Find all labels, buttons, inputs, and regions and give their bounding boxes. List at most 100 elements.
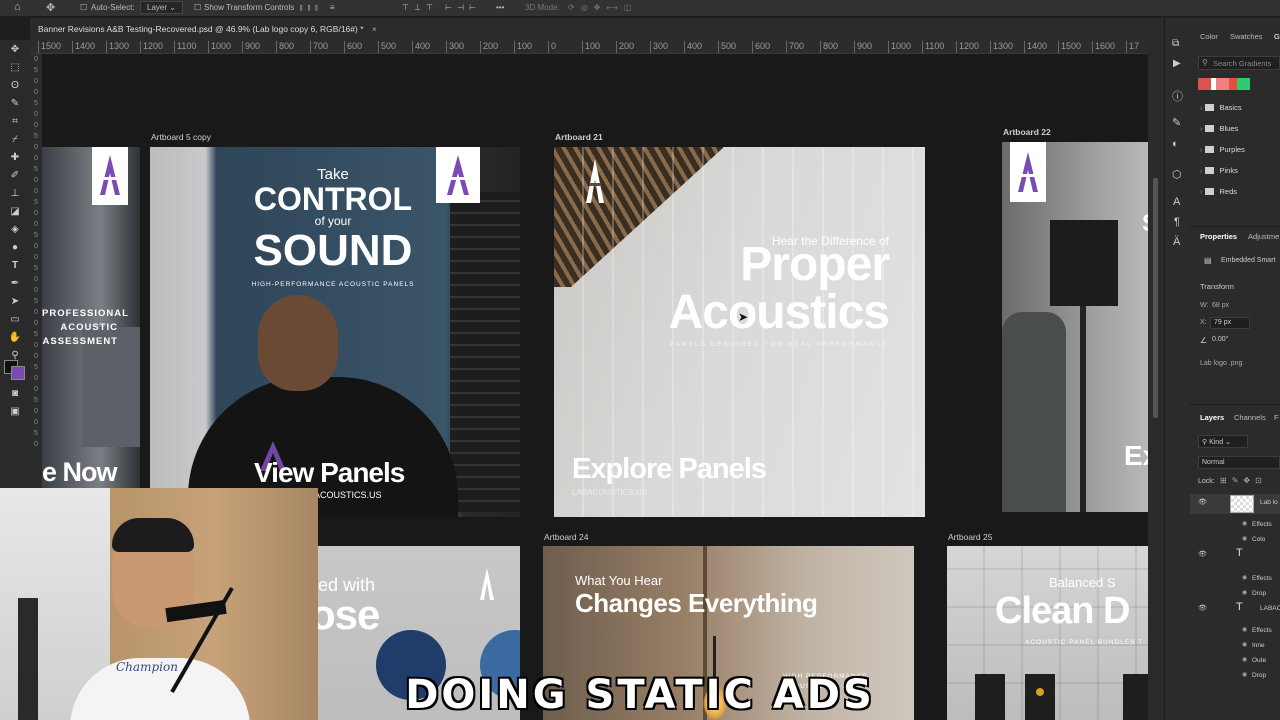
layer-name: Effects bbox=[1252, 521, 1272, 528]
tab-properties[interactable]: Properties bbox=[1200, 232, 1237, 241]
dodge-tool-icon[interactable]: ● bbox=[8, 242, 22, 254]
gradient-folder-blues[interactable]: › Blues bbox=[1200, 124, 1238, 133]
move-tool-icon[interactable]: ✥ bbox=[46, 1, 55, 14]
ruler-tick-label: 1400 bbox=[1024, 41, 1047, 53]
paint-bucket-tool-icon[interactable]: ◈ bbox=[8, 224, 22, 236]
actions-play-icon[interactable]: ▶ bbox=[1173, 58, 1181, 69]
tab-gradients[interactable]: G bbox=[1274, 32, 1280, 41]
tab-layers[interactable]: Layers bbox=[1200, 413, 1224, 422]
show-transform-checkbox[interactable]: ☐ bbox=[194, 3, 201, 12]
eyedropper-tool-icon[interactable]: ⌿ bbox=[8, 134, 22, 146]
tab-color[interactable]: Color bbox=[1200, 32, 1218, 41]
layer-filter-kind[interactable]: ⚲ Kind ⌄ bbox=[1198, 435, 1248, 448]
folder-label: Purples bbox=[1219, 145, 1245, 154]
lock-icons[interactable]: ⊞✎✥⊡ bbox=[1220, 476, 1267, 485]
ab21-subtitle: PANELS DESIGNED FOR REAL PERFORMANCE bbox=[669, 341, 889, 348]
document-tab[interactable]: Banner Revisions A&B Testing-Recovered.p… bbox=[38, 24, 377, 34]
effect-visibility-icon[interactable]: ◉ bbox=[1242, 641, 1247, 648]
scrollbar-thumb[interactable] bbox=[1153, 178, 1158, 418]
info-icon[interactable]: ⓘ bbox=[1172, 88, 1183, 104]
more-options-icon[interactable]: ••• bbox=[496, 3, 504, 12]
angle-value[interactable]: 0.00° bbox=[1212, 336, 1228, 343]
artboard-left-partial[interactable]: PROFESSIONAL ACOUSTIC ASSESSMENT e Now bbox=[42, 147, 140, 495]
ruler-tick-label: 1500 bbox=[1058, 41, 1081, 53]
visibility-eye-icon[interactable]: 👁 bbox=[1198, 604, 1207, 612]
auto-select-checkbox[interactable]: ☐ bbox=[80, 3, 87, 12]
tab-swatches[interactable]: Swatches bbox=[1230, 32, 1263, 41]
tab-channels[interactable]: Channels bbox=[1234, 413, 1266, 422]
brush-settings-icon[interactable]: ✎ bbox=[1172, 116, 1181, 129]
artboard-21[interactable]: Hear the Difference of Proper Acoustics … bbox=[554, 147, 925, 517]
layer-name: LABAC bbox=[1260, 605, 1280, 612]
eraser-tool-icon[interactable]: ◪ bbox=[8, 206, 22, 218]
layer-row[interactable]: 👁 Lab lo bbox=[1190, 494, 1280, 514]
ruler-tick-label: 1500 bbox=[38, 41, 61, 53]
effect-visibility-icon[interactable]: ◉ bbox=[1242, 574, 1247, 581]
gradient-search-input[interactable]: ⚲ Search Gradients bbox=[1198, 56, 1280, 70]
ruler-tick-label: 1300 bbox=[106, 41, 129, 53]
align-icons[interactable]: ⫾⫾⫾ ≡ bbox=[300, 3, 340, 13]
adjustments-icon[interactable]: ◐ bbox=[1172, 138, 1179, 150]
healing-tool-icon[interactable]: ✚ bbox=[8, 152, 22, 164]
ab5-control: CONTROL bbox=[253, 181, 413, 217]
layer-dropdown[interactable]: Layer ⌄ bbox=[140, 1, 183, 14]
gradient-folder-reds[interactable]: › Reds bbox=[1200, 187, 1237, 196]
x-value-input[interactable]: 79 px bbox=[1210, 317, 1250, 329]
ruler-tick-label: 900 bbox=[854, 41, 872, 53]
path-select-tool-icon[interactable]: ➤ bbox=[8, 296, 22, 308]
effect-visibility-icon[interactable]: ◉ bbox=[1242, 656, 1247, 663]
history-icon[interactable]: ⧉ bbox=[1172, 38, 1179, 49]
screen-mode-icon[interactable]: ▣ bbox=[8, 406, 22, 418]
background-color-swatch[interactable] bbox=[11, 366, 25, 380]
layer-row[interactable]: 👁 T LABAC bbox=[1190, 600, 1280, 620]
quick-mask-icon[interactable]: ◙ bbox=[8, 388, 22, 400]
effect-visibility-icon[interactable]: ◉ bbox=[1242, 520, 1247, 527]
gradient-folder-purples[interactable]: › Purples bbox=[1200, 145, 1245, 154]
tab-adjustments[interactable]: Adjustme bbox=[1248, 232, 1279, 241]
artboard-5-copy[interactable]: Take CONTROL of your SOUND HIGH-PERFORMA… bbox=[150, 147, 520, 517]
ruler-tick-label: 200 bbox=[616, 41, 634, 53]
effect-visibility-icon[interactable]: ◉ bbox=[1242, 626, 1247, 633]
ruler-tick-label: 200 bbox=[480, 41, 498, 53]
3d-icon[interactable]: ⬡ bbox=[1172, 168, 1182, 181]
move-tool-icon[interactable]: ✥ bbox=[8, 44, 22, 56]
width-value[interactable]: 68 px bbox=[1212, 302, 1229, 309]
lasso-tool-icon[interactable]: ʘ bbox=[8, 80, 22, 92]
ruler-tick-label: 500 bbox=[378, 41, 396, 53]
ab22-edge-text: S bbox=[1142, 212, 1148, 236]
quick-select-tool-icon[interactable]: ✎ bbox=[8, 98, 22, 110]
blend-mode-select[interactable]: Normal bbox=[1198, 456, 1280, 469]
ruler-tick-label: 1000 bbox=[888, 41, 911, 53]
marquee-tool-icon[interactable]: ⬚ bbox=[8, 62, 22, 74]
rectangle-tool-icon[interactable]: ▭ bbox=[8, 314, 22, 326]
layer-thumbnail bbox=[1230, 495, 1254, 513]
brush-tool-icon[interactable]: ✐ bbox=[8, 170, 22, 182]
crop-tool-icon[interactable]: ⌗ bbox=[8, 116, 22, 128]
home-icon[interactable]: ⌂ bbox=[14, 1, 21, 13]
divider bbox=[1190, 404, 1280, 405]
effect-visibility-icon[interactable]: ◉ bbox=[1242, 535, 1247, 542]
pen-tool-icon[interactable]: ✒ bbox=[8, 278, 22, 290]
visibility-eye-icon[interactable]: 👁 bbox=[1198, 498, 1207, 506]
paragraph-icon[interactable]: ¶ bbox=[1174, 216, 1180, 228]
close-tab-icon[interactable]: × bbox=[372, 24, 377, 34]
ab5-cta: View Panels bbox=[254, 457, 405, 488]
hand-tool-icon[interactable]: ✋ bbox=[8, 332, 22, 344]
distribute-icons[interactable]: ⊤⊥⊤ ⊢⊣⊢ bbox=[402, 3, 481, 12]
artboard-22[interactable]: Ex S bbox=[1002, 142, 1148, 512]
tab-paths[interactable]: F bbox=[1274, 413, 1279, 422]
stamp-tool-icon[interactable]: ⊥ bbox=[8, 188, 22, 200]
artboard-21-label: Artboard 21 bbox=[555, 132, 603, 142]
ab5-take: Take bbox=[317, 166, 349, 183]
effect-visibility-icon[interactable]: ◉ bbox=[1242, 589, 1247, 596]
type-tool-icon[interactable]: T bbox=[8, 260, 22, 272]
recent-gradients-swatches[interactable] bbox=[1198, 78, 1250, 90]
character-icon[interactable]: A bbox=[1173, 196, 1180, 208]
gradient-folder-pinks[interactable]: › Pinks bbox=[1200, 166, 1238, 175]
layer-row[interactable]: 👁 T bbox=[1190, 546, 1280, 566]
glyphs-icon[interactable]: Ä bbox=[1173, 236, 1180, 248]
video-caption: DOING STATIC ADS bbox=[405, 672, 875, 718]
vertical-scrollbar[interactable] bbox=[1148, 18, 1164, 720]
visibility-eye-icon[interactable]: 👁 bbox=[1198, 550, 1207, 558]
gradient-folder-basics[interactable]: › Basics bbox=[1200, 103, 1242, 112]
